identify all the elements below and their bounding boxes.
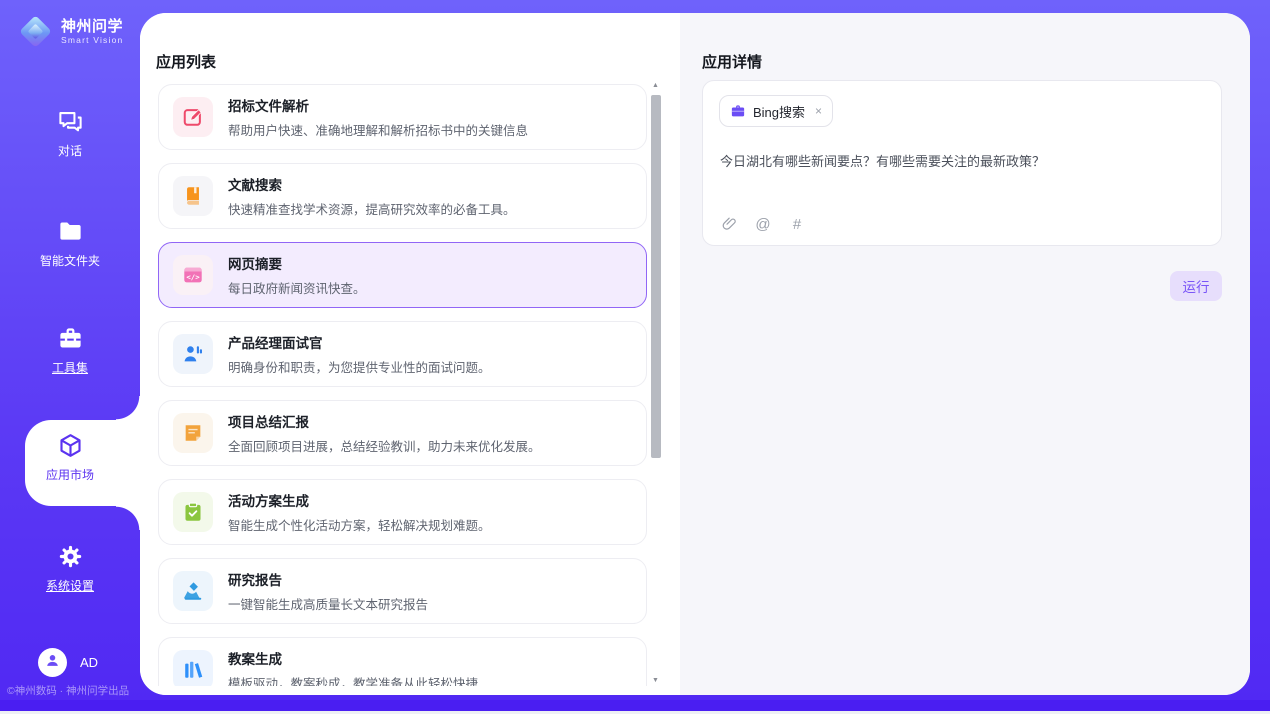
user-name: AD (80, 655, 98, 670)
cube-icon (57, 432, 84, 459)
composer-toolbar: @ # (720, 215, 806, 233)
briefcase-icon (730, 103, 746, 119)
app-detail-panel: 应用详情 Bing搜索 × 今日湖北有哪些新闻要点？有哪些需要关注的最新政策？ … (680, 13, 1250, 695)
app-card-description: 全面回顾项目进展，总结经验教训，助力未来优化发展。 (228, 436, 541, 455)
app-card[interactable]: 产品经理面试官 明确身份和职责，为您提供专业性的面试问题。 (158, 321, 647, 387)
gear-icon (57, 543, 84, 570)
books-icon (173, 650, 213, 686)
app-card[interactable]: 招标文件解析 帮助用户快速、准确地理解和解析招标书中的关键信息 (158, 84, 647, 150)
chat-icon (57, 108, 84, 135)
app-card-title: 招标文件解析 (228, 95, 528, 115)
browser-code-icon: </> (173, 255, 213, 295)
hash-icon[interactable]: # (788, 215, 806, 233)
sidebar-item-toolbox[interactable]: 工具集 (0, 325, 140, 376)
user-row[interactable]: AD (38, 648, 98, 677)
sidebar-item-folder[interactable]: 智能文件夹 (0, 218, 140, 269)
avatar[interactable] (38, 648, 67, 677)
app-card-description: 帮助用户快速、准确地理解和解析招标书中的关键信息 (228, 120, 528, 139)
microscope-icon (173, 571, 213, 611)
app-card-description: 一键智能生成高质量长文本研究报告 (228, 594, 428, 613)
sidebar-item-chat[interactable]: 对话 (0, 108, 140, 159)
sidebar: 神州问学 Smart Vision 对话 智能文件夹 工具集 应用市场 系统设置… (0, 0, 140, 700)
brand: 神州问学 Smart Vision (18, 14, 123, 50)
note-icon (173, 413, 213, 453)
bottom-band (0, 700, 1270, 711)
app-card[interactable]: 活动方案生成 智能生成个性化活动方案，轻松解决规划难题。 (158, 479, 647, 545)
scroll-down-icon[interactable]: ▼ (649, 675, 662, 687)
app-card-description: 明确身份和职责，为您提供专业性的面试问题。 (228, 357, 491, 376)
scroll-up-icon[interactable]: ▲ (649, 80, 662, 92)
run-button[interactable]: 运行 (1170, 271, 1222, 301)
app-card-title: 研究报告 (228, 569, 428, 589)
sidebar-item-cube[interactable]: 应用市场 (0, 432, 140, 483)
svg-text:</>: </> (186, 272, 200, 281)
tag-close-icon[interactable]: × (815, 105, 822, 117)
prompt-composer[interactable]: Bing搜索 × 今日湖北有哪些新闻要点？有哪些需要关注的最新政策？ @ # (702, 80, 1222, 246)
interviewer-icon (173, 334, 213, 374)
app-card-title: 文献搜索 (228, 174, 516, 194)
edit-document-icon (173, 97, 213, 137)
mention-icon[interactable]: @ (754, 215, 772, 233)
brand-subtitle: Smart Vision (61, 36, 123, 46)
user-icon (44, 652, 61, 674)
tool-tag-label: Bing搜索 (753, 102, 805, 121)
tool-tag-bing-search[interactable]: Bing搜索 × (719, 95, 833, 127)
brand-logo-icon (18, 14, 54, 50)
clipboard-check-icon (173, 492, 213, 532)
app-card[interactable]: 项目总结汇报 全面回顾项目进展，总结经验教训，助力未来优化发展。 (158, 400, 647, 466)
app-card-description: 快速精准查找学术资源，提高研究效率的必备工具。 (228, 199, 516, 218)
scrollbar-thumb[interactable] (651, 95, 661, 458)
brand-name: 神州问学 (61, 18, 123, 35)
sidebar-item-gear[interactable]: 系统设置 (0, 543, 140, 594)
app-list-panel: 应用列表 招标文件解析 帮助用户快速、准确地理解和解析招标书中的关键信息 文献搜… (140, 13, 680, 695)
app-card-description: 每日政府新闻资讯快查。 (228, 278, 366, 297)
app-card-title: 活动方案生成 (228, 490, 491, 510)
main-content: 应用列表 招标文件解析 帮助用户快速、准确地理解和解析招标书中的关键信息 文献搜… (140, 13, 1250, 695)
app-card[interactable]: 教案生成 模板驱动，教案秒成，教学准备从此轻松快捷 (158, 637, 647, 686)
app-card-title: 网页摘要 (228, 253, 366, 273)
app-card[interactable]: 文献搜索 快速精准查找学术资源，提高研究效率的必备工具。 (158, 163, 647, 229)
app-card-description: 智能生成个性化活动方案，轻松解决规划难题。 (228, 515, 491, 534)
app-card[interactable]: 研究报告 一键智能生成高质量长文本研究报告 (158, 558, 647, 624)
app-card-title: 项目总结汇报 (228, 411, 541, 431)
app-list-title: 应用列表 (156, 51, 216, 72)
app-card-title: 教案生成 (228, 648, 478, 668)
app-card-list: 招标文件解析 帮助用户快速、准确地理解和解析招标书中的关键信息 文献搜索 快速精… (158, 84, 647, 686)
app-card-description: 模板驱动，教案秒成，教学准备从此轻松快捷 (228, 673, 478, 686)
app-card-title: 产品经理面试官 (228, 332, 491, 352)
paperclip-icon[interactable] (720, 215, 738, 233)
folder-icon (57, 218, 84, 245)
scrollbar[interactable]: ▲ ▼ (649, 80, 662, 687)
book-icon (173, 176, 213, 216)
prompt-input[interactable]: 今日湖北有哪些新闻要点？有哪些需要关注的最新政策？ (720, 152, 1204, 172)
app-detail-title: 应用详情 (702, 51, 762, 72)
toolbox-icon (57, 325, 84, 352)
app-card[interactable]: </> 网页摘要 每日政府新闻资讯快查。 (158, 242, 647, 308)
copyright-footer: ©神州数码 · 神州问学出品 (7, 683, 140, 698)
